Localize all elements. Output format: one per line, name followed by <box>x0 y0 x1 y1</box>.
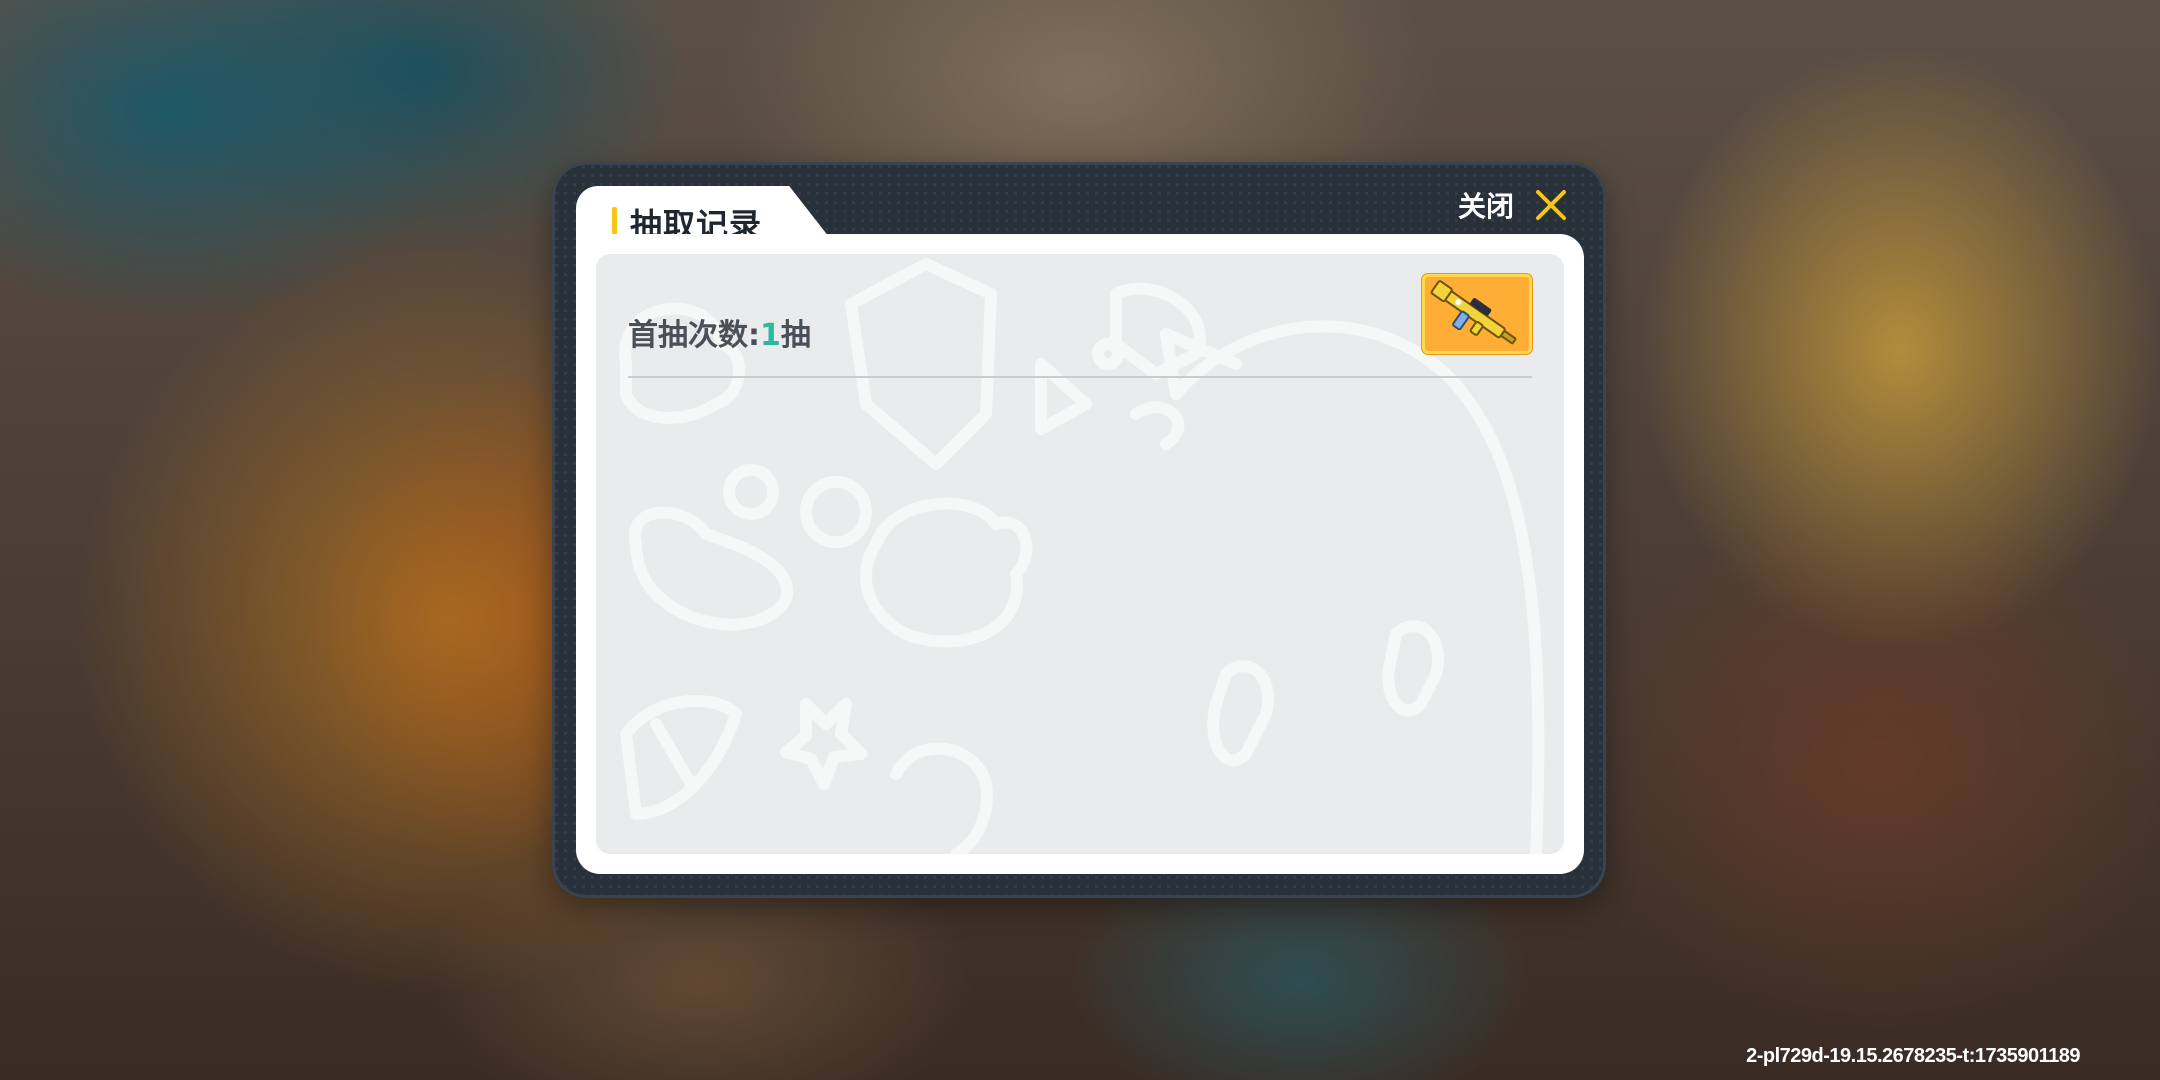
label-suffix: 抽 <box>780 318 811 353</box>
draw-count-value: 1 <box>760 318 781 353</box>
close-label: 关闭 <box>1457 190 1514 223</box>
draw-record-dialog: 抽取记录 关闭 首抽次数:1抽 <box>552 162 1606 898</box>
record-row: 首抽次数:1抽 <box>628 270 1532 378</box>
label-prefix: 首抽次数: <box>628 318 760 353</box>
reward-item-slot[interactable] <box>1422 274 1532 354</box>
record-card: 首抽次数:1抽 <box>576 234 1584 874</box>
x-close-icon[interactable] <box>1534 188 1568 222</box>
build-id-text: 2-pl729d-19.15.2678235-t:1735901189 <box>1746 1045 2080 1067</box>
first-draw-count-label: 首抽次数:1抽 <box>628 310 811 354</box>
title-accent-bar <box>612 207 617 235</box>
record-list[interactable]: 首抽次数:1抽 <box>596 254 1564 854</box>
close-button[interactable]: 关闭 <box>1458 180 1568 230</box>
assault-rifle-icon <box>1430 280 1517 345</box>
game-scene-blurred-background: 抽取记录 关闭 首抽次数:1抽 2-pl729d-19.15.2678235-t… <box>0 0 2160 1080</box>
